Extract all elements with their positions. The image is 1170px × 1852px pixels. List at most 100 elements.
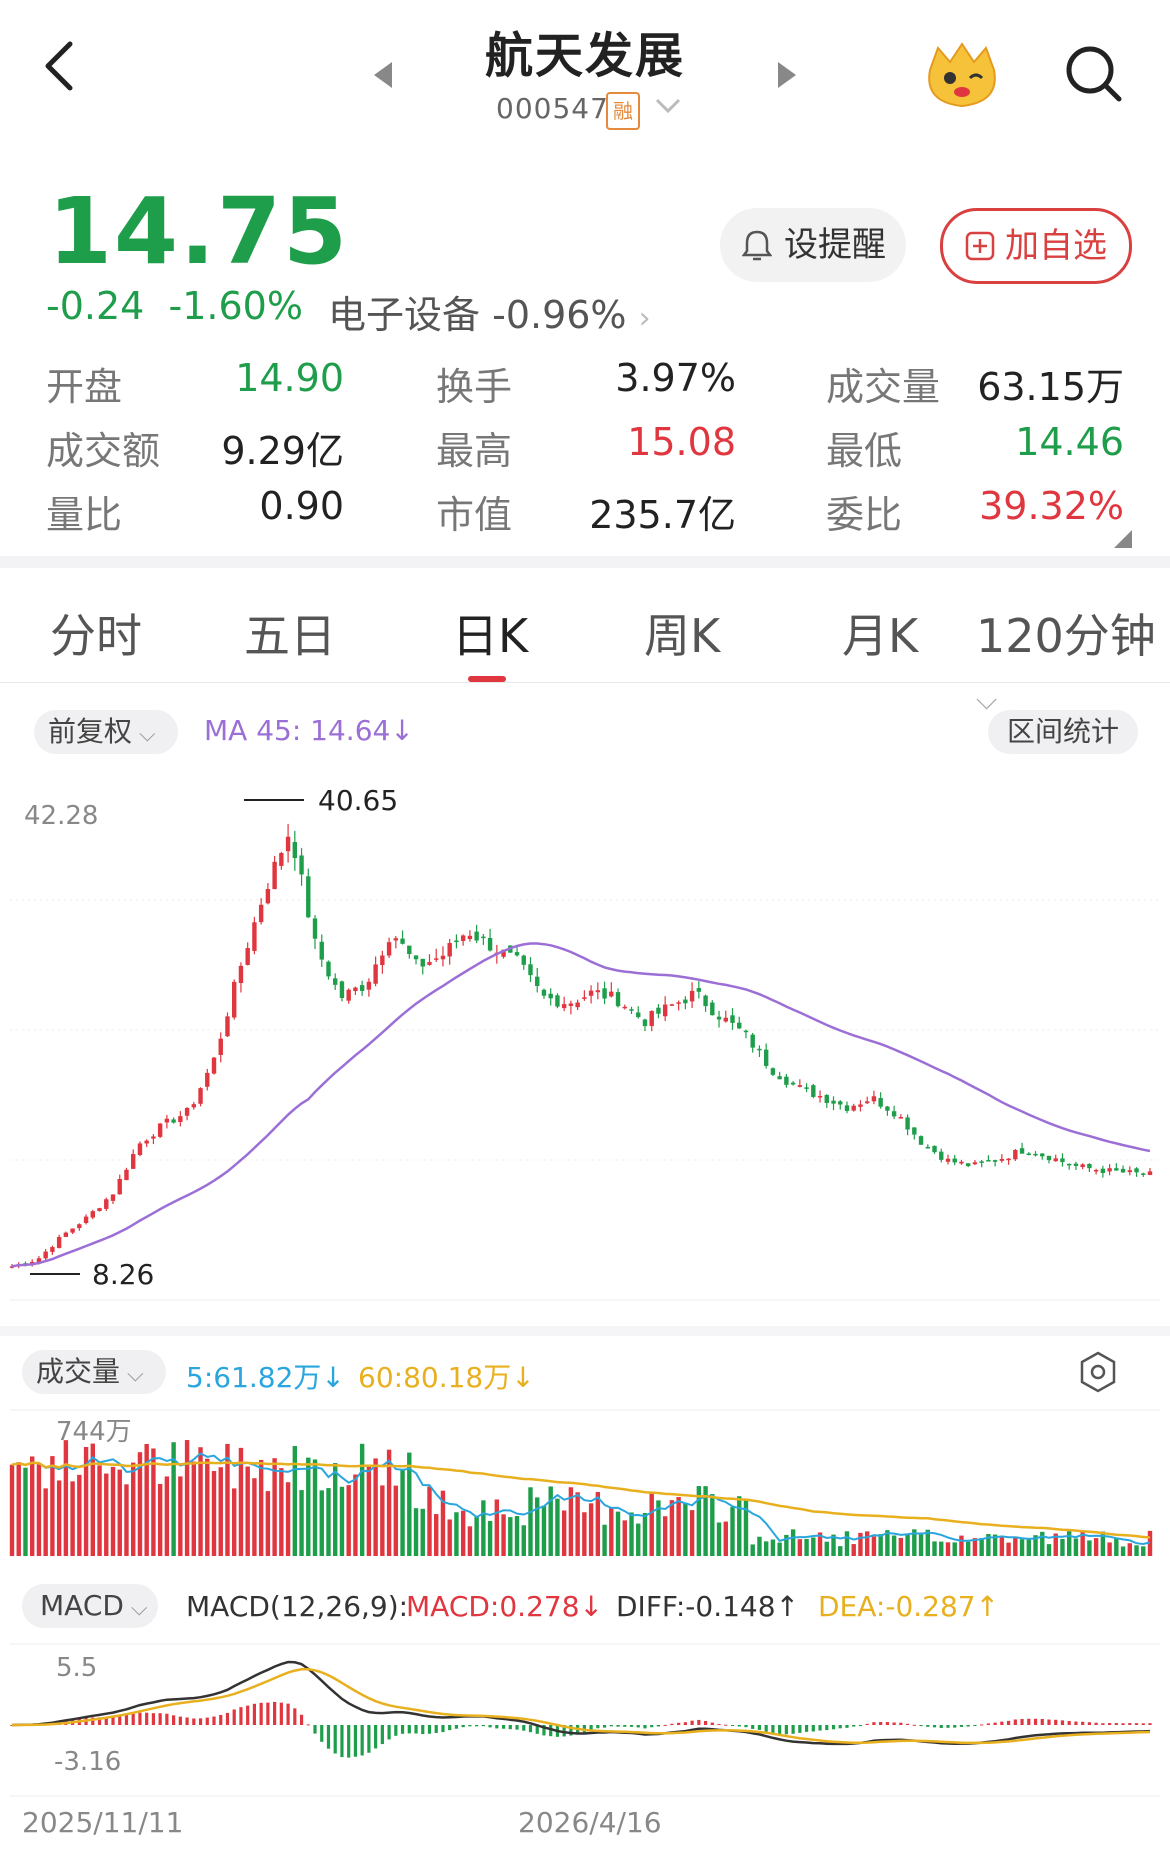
kline-chart[interactable]: 42.28 40.65 8.26: [0, 770, 1170, 1310]
arrow-up-icon: ↑: [975, 1590, 1000, 1623]
macd-value: MACD:0.278↓: [406, 1590, 603, 1623]
volume-bar: [676, 1497, 681, 1556]
sector-link[interactable]: 电子设备 -0.96% ›: [328, 284, 651, 339]
search-icon: [1066, 46, 1122, 102]
candle-body: [400, 938, 405, 944]
candle-body: [965, 1163, 971, 1167]
mascot-button[interactable]: [920, 40, 1004, 112]
candle-body: [171, 1119, 176, 1123]
amount-label: 成交额: [46, 429, 161, 473]
volume-bar: [528, 1487, 533, 1556]
candle-body: [1033, 1153, 1038, 1156]
volume-bar: [864, 1531, 870, 1556]
tabs-divider: [0, 682, 1170, 683]
macd-bar: [172, 1715, 176, 1725]
macd-bar: [724, 1724, 728, 1726]
volume-bar: [959, 1535, 964, 1556]
macd-bar: [831, 1725, 836, 1730]
candle-body: [319, 941, 324, 960]
indicator-settings-button[interactable]: [1078, 1350, 1118, 1398]
range-stats-button[interactable]: 区间统计: [988, 710, 1138, 754]
vol-ma60-label: 60:80.18万: [358, 1361, 512, 1394]
macd-chart[interactable]: 5.5 -3.16: [0, 1640, 1170, 1800]
candle-body: [1093, 1169, 1099, 1172]
candle-body: [602, 988, 607, 999]
macd-bar: [602, 1725, 607, 1728]
macd-bar: [347, 1725, 351, 1758]
candle-body: [844, 1105, 850, 1111]
macd-bar: [434, 1725, 438, 1734]
expand-stats-button[interactable]: [1114, 530, 1132, 552]
candle-body: [1026, 1153, 1031, 1155]
candle-body: [144, 1140, 149, 1144]
adjust-dropdown[interactable]: 前复权 ⌵: [34, 710, 178, 754]
macd-bar: [966, 1725, 970, 1727]
tab-intraday[interactable]: 分时: [50, 600, 142, 666]
candle-body: [245, 948, 250, 965]
volume-chart[interactable]: 744万: [0, 1406, 1170, 1566]
candle-body: [716, 1016, 722, 1020]
candle-body: [568, 1003, 574, 1006]
candle-body: [232, 981, 237, 1018]
ma45-indicator: MA 45: 14.64↓: [204, 714, 414, 747]
macd-bar: [993, 1722, 997, 1725]
volume-bar: [454, 1512, 459, 1556]
volume-bar: [393, 1485, 399, 1556]
candle-body: [939, 1151, 944, 1160]
volume-bar: [306, 1457, 311, 1556]
volume-bar: [588, 1503, 594, 1556]
chevron-right-icon: ›: [638, 301, 651, 336]
volume-bar: [16, 1462, 21, 1556]
set-alert-button[interactable]: 设提醒: [720, 208, 906, 282]
volume-bar: [427, 1486, 432, 1556]
macd-bar: [488, 1725, 492, 1728]
volume-bar: [555, 1498, 560, 1556]
add-watchlist-label: 加自选: [1005, 226, 1107, 266]
candle-body: [90, 1211, 96, 1218]
candle-body: [662, 1004, 668, 1017]
tab-weekly-k[interactable]: 周K: [644, 600, 720, 666]
macd-bar: [246, 1705, 250, 1725]
candle-body: [838, 1101, 843, 1105]
tab-five-day[interactable]: 五日: [244, 600, 336, 666]
candle-body: [622, 1006, 627, 1009]
candle-body: [447, 943, 452, 957]
candle-body: [380, 955, 385, 965]
macd-bar: [205, 1717, 209, 1725]
candle-body: [83, 1216, 89, 1224]
tab-120min[interactable]: 120分钟 ⌵: [976, 600, 1170, 720]
mktcap-label: 市值: [436, 493, 513, 537]
candle-body: [137, 1143, 143, 1156]
volume-bar: [184, 1440, 190, 1556]
macd-bar: [198, 1718, 203, 1725]
macd-indicator-dropdown[interactable]: MACD ⌵: [22, 1584, 158, 1628]
macd-bar: [690, 1720, 694, 1725]
volume-bar: [211, 1471, 217, 1556]
tab-daily-k[interactable]: 日K: [452, 600, 528, 666]
candle-body: [487, 937, 493, 951]
macd-bar: [293, 1708, 297, 1725]
macd-bar: [448, 1725, 452, 1731]
ma45-line: [11, 942, 1151, 1268]
high-value: 15.08: [627, 420, 736, 464]
candle-body: [292, 842, 298, 859]
macd-bar: [804, 1725, 809, 1732]
candle-body: [413, 955, 419, 960]
search-button[interactable]: [1064, 44, 1124, 108]
macd-bar: [751, 1725, 755, 1729]
add-watchlist-button[interactable]: 加自选: [940, 208, 1132, 284]
candle-body: [992, 1160, 998, 1162]
volume-bar: [777, 1542, 782, 1556]
volume-bar: [811, 1537, 816, 1556]
macd-bar: [475, 1725, 479, 1727]
volume-bar: [1019, 1539, 1025, 1556]
macd-bar: [313, 1725, 317, 1734]
volume-bar: [346, 1485, 351, 1556]
volume-bar: [205, 1458, 210, 1556]
volume-indicator-dropdown[interactable]: 成交量 ⌵: [22, 1350, 166, 1394]
candle-body: [70, 1228, 75, 1233]
tab-monthly-k[interactable]: 月K: [842, 600, 918, 666]
candle-body: [151, 1136, 156, 1139]
dea-value-label: DEA:-0.287: [818, 1590, 976, 1623]
stock-switch-dropdown[interactable]: [654, 96, 682, 120]
